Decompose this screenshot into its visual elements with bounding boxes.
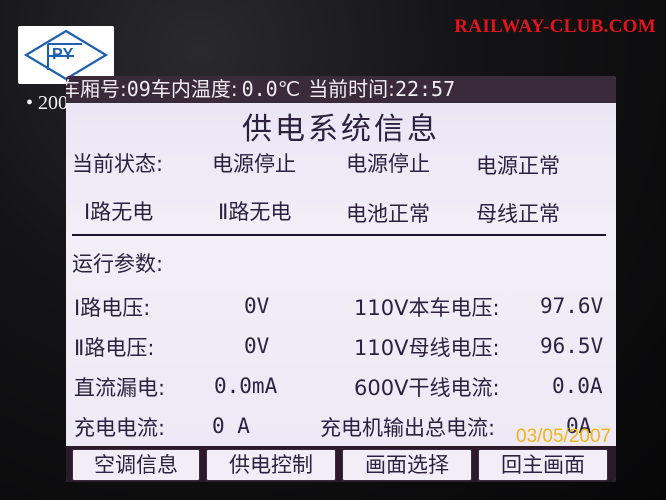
trunk-600v-label: 600V干线电流: (354, 376, 500, 400)
status-line1: Ⅰ路无电 (84, 200, 154, 224)
car-number-value: 09 (126, 77, 151, 101)
line2-voltage-label: Ⅱ路电压: (74, 336, 155, 360)
ac-info-button[interactable]: 空调信息 (72, 449, 200, 481)
status-power-3: 电源正常 (476, 154, 560, 178)
params-label: 运行参数: (72, 252, 164, 276)
page-title: 供电系统信息 (242, 112, 440, 147)
power-control-button[interactable]: 供电控制 (206, 449, 336, 481)
screen-select-button[interactable]: 画面选择 (342, 449, 472, 481)
charge-current-label: 充电电流: (74, 416, 166, 440)
line1-voltage-value: 0V (244, 294, 270, 318)
logo-text: PY (52, 46, 74, 63)
car-number-label: 车厢号: (66, 77, 127, 101)
current-time-label: 当前时间: (308, 77, 395, 101)
car-110v-value: 97.6V (540, 294, 604, 318)
current-time-value: 22:57 (394, 77, 456, 101)
status-power-2: 电源停止 (346, 152, 430, 176)
charge-current-value: 0 A (212, 414, 250, 438)
cabin-temp-label: 车内温度: (150, 77, 238, 101)
status-power-1: 电源停止 (212, 152, 296, 176)
section-divider (72, 234, 606, 236)
main-screen-button[interactable]: 回主画面 (478, 449, 608, 481)
status-line2: Ⅱ路无电 (218, 200, 292, 224)
line1-voltage-label: Ⅰ路电压: (74, 296, 151, 320)
charger-total-label: 充电机输出总电流: (320, 416, 496, 440)
status-label: 当前状态: (72, 152, 164, 176)
photo-date-stamp: 03/05/2007 (516, 426, 612, 447)
status-battery: 电池正常 (346, 202, 430, 226)
bus-110v-label: 110V母线电压: (354, 336, 500, 360)
dc-leak-label: 直流漏电: (74, 376, 166, 400)
trunk-600v-value: 0.0A (552, 374, 603, 398)
status-topbar: 车厢号:09车内温度: 0.0℃ 当前时间:22:57 (66, 76, 616, 103)
car-110v-label: 110V本车电压: (354, 296, 500, 320)
line2-voltage-value: 0V (244, 334, 270, 358)
watermark-brand: RAILWAY-CLUB.COM (454, 16, 656, 37)
status-bus: 母线正常 (476, 202, 560, 226)
cabin-temp-value: 0.0℃ (241, 77, 301, 101)
lcd-screen: 车厢号:09车内温度: 0.0℃ 当前时间:22:57 供电系统信息 当前状态: 电… (66, 76, 616, 482)
dc-leak-value: 0.0mA (214, 374, 278, 398)
bus-110v-value: 96.5V (540, 334, 604, 358)
